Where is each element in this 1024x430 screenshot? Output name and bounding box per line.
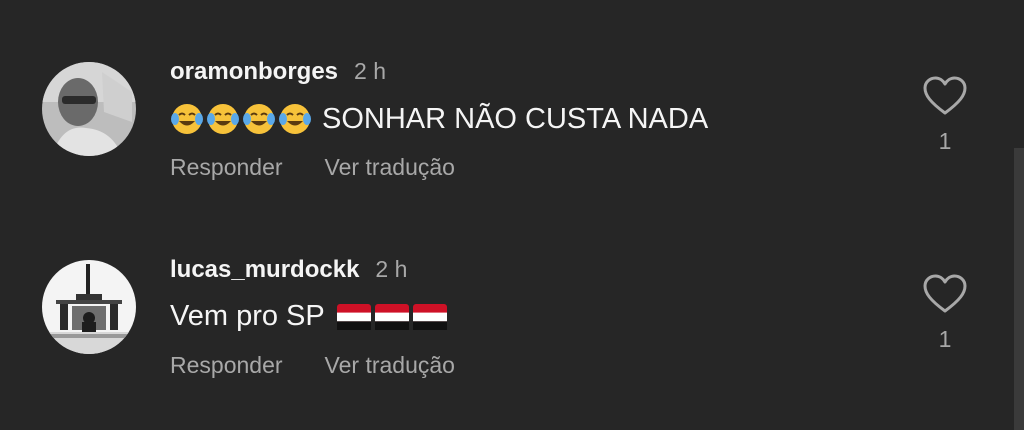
comment-header: lucas_murdockk 2 h	[170, 256, 407, 288]
comment-header: oramonborges 2 h	[170, 58, 386, 90]
comment-item: lucas_murdockk 2 h Vem pro SP Responder …	[0, 248, 1010, 398]
reply-button[interactable]: Responder	[170, 352, 283, 379]
heart-outline-icon[interactable]	[922, 76, 968, 116]
translate-button[interactable]: Ver tradução	[325, 154, 455, 181]
comment-body: Vem pro SP	[170, 300, 325, 332]
comments-panel: oramonborges 2 h SONHAR NÃO CUSTA NADA R…	[0, 0, 1024, 430]
comment-actions: Responder Ver tradução	[170, 352, 497, 379]
timestamp: 2 h	[354, 58, 387, 84]
red-white-black-flag-icon	[336, 303, 451, 330]
heart-outline-icon[interactable]	[922, 274, 968, 314]
comment-item: oramonborges 2 h SONHAR NÃO CUSTA NADA R…	[0, 50, 1010, 200]
avatar[interactable]	[42, 62, 136, 156]
comment-text: SONHAR NÃO CUSTA NADA	[170, 102, 708, 136]
reply-button[interactable]: Responder	[170, 154, 283, 181]
comment-actions: Responder Ver tradução	[170, 154, 497, 181]
scrollbar[interactable]	[1014, 148, 1024, 430]
comment-body: SONHAR NÃO CUSTA NADA	[322, 102, 709, 135]
username[interactable]: oramonborges	[170, 58, 338, 86]
username[interactable]: lucas_murdockk	[170, 256, 359, 284]
tears-of-joy-emoji-icon	[170, 102, 314, 136]
timestamp: 2 h	[375, 256, 408, 282]
like-count: 1	[938, 128, 952, 154]
avatar[interactable]	[42, 260, 136, 354]
comment-text: Vem pro SP	[170, 300, 451, 333]
translate-button[interactable]: Ver tradução	[325, 352, 455, 379]
like-count: 1	[938, 326, 952, 352]
